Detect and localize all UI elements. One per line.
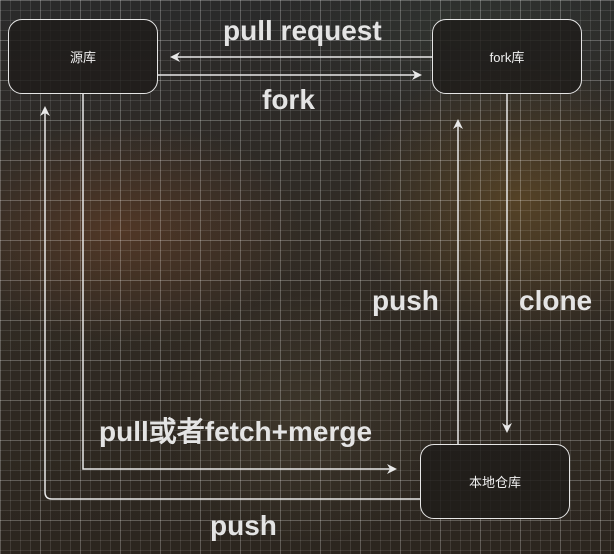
- label-fork: fork: [262, 84, 315, 115]
- label-push-to-source: push: [210, 510, 277, 541]
- label-push-to-fork: push: [372, 285, 439, 316]
- edge-pull-fetch-merge: [82, 94, 397, 474]
- label-pull-request: pull request: [223, 15, 382, 46]
- node-local-repo[interactable]: 本地仓库: [420, 444, 570, 519]
- node-source-repo[interactable]: 源库: [8, 19, 158, 94]
- diagram-canvas: 源库 fork库 本地仓库 pull request fork push clo…: [0, 0, 614, 554]
- label-clone: clone: [519, 285, 593, 316]
- node-local-label: 本地仓库: [468, 475, 521, 490]
- node-fork-repo[interactable]: fork库: [432, 19, 582, 94]
- node-source-label: 源库: [69, 50, 96, 65]
- node-fork-label: fork库: [489, 50, 525, 65]
- label-pull-fetch-merge: pull或者fetch+merge: [99, 416, 373, 447]
